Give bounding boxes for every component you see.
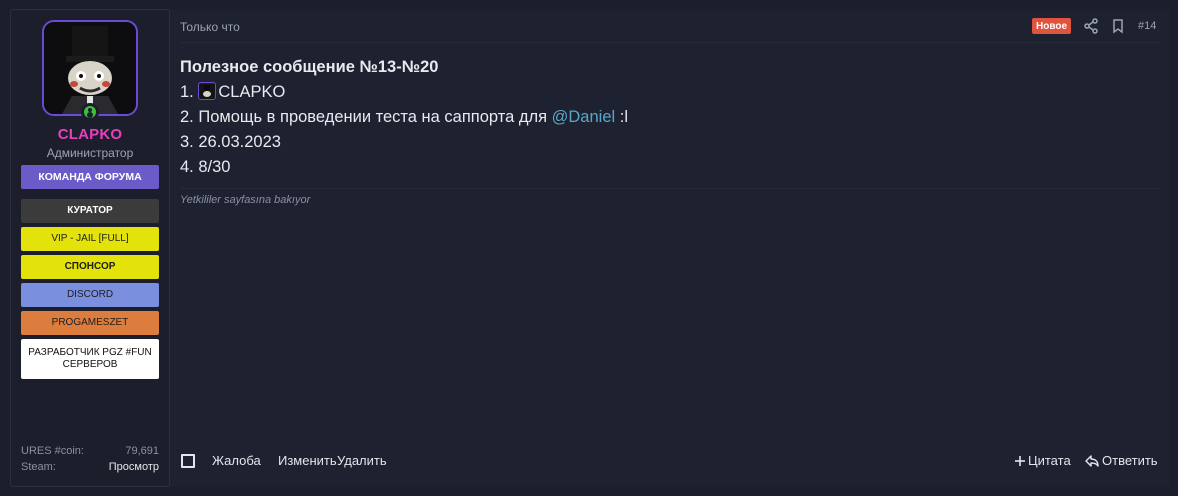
reply-label: Ответить	[1102, 453, 1158, 468]
post-line-4: 4. 8/30	[180, 158, 231, 176]
online-status-icon	[81, 103, 99, 121]
avatar-image	[44, 22, 136, 114]
mention-link[interactable]: @Daniel	[552, 108, 616, 126]
post-line-2: 2. Помощь в проведении теста на саппорта…	[180, 105, 1160, 130]
reply-button[interactable]: Ответить	[1085, 453, 1158, 468]
user-link[interactable]: CLAPKO	[218, 83, 285, 101]
plus-icon	[1015, 455, 1025, 466]
banner-discord: DISCORD	[21, 283, 159, 307]
post-line-3: 3. 26.03.2023	[180, 133, 281, 151]
post-body: Полезное сообщение №13-№20 1. CLAPKO 2. …	[180, 55, 1160, 180]
post-number[interactable]: #14	[1138, 20, 1156, 32]
post-header: Только что Новое #14	[180, 9, 1160, 43]
banner-progameszet: PROGAMESZET	[21, 311, 159, 335]
post-line-1: 1. CLAPKO	[180, 80, 1160, 105]
forum-post: CLAPKO Администратор КОМАНДА ФОРУМА КУРА…	[10, 9, 1170, 487]
stat-row-coin: URES #coin: 79,691	[21, 443, 159, 459]
share-icon[interactable]	[1084, 18, 1098, 34]
edit-button[interactable]: Изменить	[278, 453, 337, 468]
stat-value: 79,691	[125, 445, 159, 457]
post-footer: Жалоба Изменить Удалить Цитата Ответить	[180, 451, 1160, 471]
divider	[180, 188, 1160, 189]
line-prefix: 1.	[180, 83, 194, 101]
user-avatar[interactable]	[42, 20, 138, 116]
post-title: Полезное сообщение №13-№20	[180, 58, 439, 76]
username[interactable]: CLAPKO	[11, 126, 169, 143]
banner-developer: РАЗРАБОТЧИК PGZ #FUN СЕРВЕРОВ	[21, 339, 159, 379]
stat-row-steam: Steam: Просмотр	[21, 459, 159, 475]
last-edit-note: Yetkililer sayfasına bakıyor	[180, 194, 311, 206]
steam-link[interactable]: Просмотр	[109, 461, 159, 473]
banner-vip: VIP - JAIL [FULL]	[21, 227, 159, 251]
banner-curator: КУРАТОР	[21, 199, 159, 223]
report-button[interactable]: Жалоба	[212, 453, 261, 468]
stat-key: URES #coin:	[21, 445, 84, 457]
reply-arrow-icon	[1085, 454, 1099, 467]
post-time[interactable]: Только что	[180, 20, 240, 34]
banner-team: КОМАНДА ФОРУМА	[21, 165, 159, 189]
select-checkbox[interactable]	[181, 454, 195, 468]
user-title: Администратор	[46, 146, 134, 160]
delete-button[interactable]: Удалить	[337, 453, 387, 468]
stat-key: Steam:	[21, 461, 56, 473]
new-badge: Новое	[1032, 18, 1072, 34]
line-suffix: :l	[619, 108, 629, 126]
line-text: 2. Помощь в проведении теста на саппорта…	[180, 108, 548, 126]
user-panel: CLAPKO Администратор КОМАНДА ФОРУМА КУРА…	[10, 9, 170, 487]
bookmark-icon[interactable]	[1111, 18, 1125, 34]
banner-sponsor: СПОНСОР	[21, 255, 159, 279]
mini-avatar-icon	[198, 82, 217, 100]
user-stats: URES #coin: 79,691 Steam: Просмотр	[21, 443, 159, 475]
quote-label: Цитата	[1028, 453, 1071, 468]
quote-button[interactable]: Цитата	[1014, 453, 1071, 468]
